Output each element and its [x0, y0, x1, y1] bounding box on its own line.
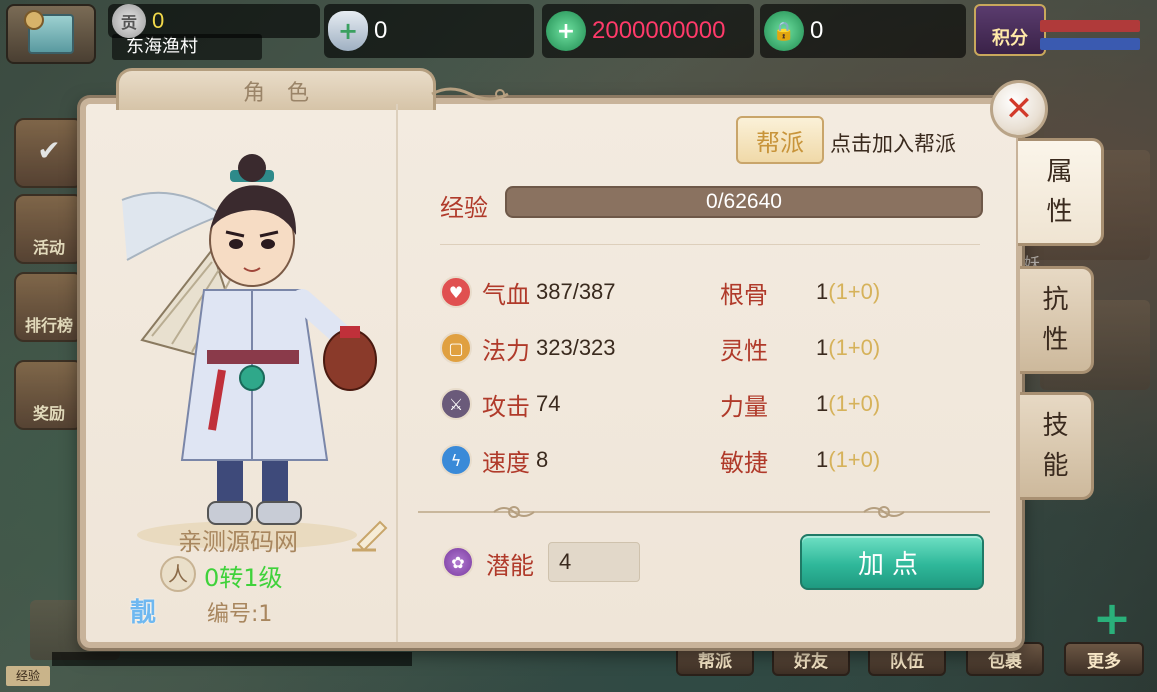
tab-label: 能	[1042, 451, 1069, 481]
locked-jade-value: 0	[810, 17, 824, 44]
tab-skills[interactable]: 技 能	[1020, 392, 1094, 500]
character-level: 0转1级	[204, 564, 283, 592]
potential-icon: ✿	[442, 546, 474, 578]
score-button[interactable]: 积分	[974, 4, 1046, 56]
potential-label: 潜能	[486, 552, 534, 580]
attr-value: 1	[816, 447, 829, 472]
stat-row-speed: ϟ 速度 8	[440, 440, 548, 480]
attr-bonus: (1+0)	[828, 279, 881, 304]
attr-value: 1	[816, 391, 829, 416]
reward-button[interactable]: 奖励	[14, 360, 84, 430]
expand-plus-icon[interactable]: +	[1090, 595, 1134, 642]
character-name: 亲测源码网	[178, 528, 298, 556]
potential-value: 4	[548, 542, 640, 582]
locked-jade-resource[interactable]: 🔒 0	[760, 4, 966, 58]
tab-label: 性	[1042, 325, 1069, 355]
hp-bar	[1040, 20, 1140, 32]
jade-resource[interactable]: + 2000000000	[542, 4, 754, 58]
bottom-exp-bar	[52, 652, 412, 666]
character-portrait	[121, 154, 377, 549]
stat-name: 速度	[482, 448, 530, 477]
ornament-divider	[418, 506, 990, 518]
sword-icon: ⚔	[440, 388, 472, 420]
stat-value: 8	[536, 447, 549, 472]
locked-jade-icon: 🔒	[764, 11, 804, 51]
stat-value: 74	[536, 391, 561, 416]
bottom-more-button[interactable]: 更多	[1064, 642, 1144, 676]
side-quest-button[interactable]: ✔	[14, 118, 84, 188]
map-scroll-icon	[24, 10, 74, 54]
add-point-button[interactable]: 加点	[800, 534, 984, 590]
stat-row-mp: ▢ 法力 323/323	[440, 328, 616, 368]
stat-name: 法力	[482, 336, 530, 365]
stat-value: 387/387	[536, 279, 616, 304]
bottom-exp-label: 经验	[6, 666, 50, 686]
attr-bonus: (1+0)	[828, 447, 881, 472]
contribution-resource: 贡 0	[108, 4, 320, 38]
silver-value: 0	[374, 17, 388, 44]
mp-bar	[1040, 38, 1140, 50]
attr-name: 根骨	[720, 280, 768, 309]
character-id: 编号:1	[207, 602, 273, 627]
stat-name: 气血	[482, 280, 530, 309]
tab-resistance[interactable]: 抗 性	[1020, 266, 1094, 374]
attr-name: 敏捷	[720, 448, 768, 477]
exp-label: 经验	[440, 194, 488, 222]
map-button[interactable]	[6, 4, 96, 64]
exp-text: 0/62640	[706, 190, 782, 213]
mana-icon: ▢	[440, 332, 472, 364]
edit-name-icon[interactable]	[350, 518, 390, 552]
tab-attributes[interactable]: 属 性	[1018, 138, 1104, 246]
tab-label: 技	[1042, 411, 1069, 441]
title-swirl-ornament	[431, 87, 509, 101]
divider	[440, 244, 980, 245]
stat-name: 攻击	[482, 392, 530, 421]
close-button[interactable]: ✕	[990, 80, 1048, 138]
silver-ingot-icon: +	[328, 11, 368, 51]
check-icon: ✔	[37, 134, 61, 167]
contribution-icon: 贡	[112, 4, 146, 38]
stat-row-hp: ♥ 气血 387/387	[440, 272, 616, 312]
tab-label: 性	[1046, 197, 1073, 227]
stat-value: 323/323	[536, 335, 616, 360]
attr-bonus: (1+0)	[828, 335, 881, 360]
attr-value: 1	[816, 279, 829, 304]
guild-hint: 点击加入帮派	[830, 132, 956, 156]
jade-value: 2000000000	[592, 17, 726, 44]
attr-name: 力量	[720, 392, 768, 421]
ranking-button[interactable]: 排行榜	[14, 272, 84, 342]
player-status-bars	[1040, 20, 1140, 56]
race-icon: 人	[160, 556, 196, 592]
exp-bar: 0/62640	[505, 186, 983, 218]
lightning-icon: ϟ	[440, 444, 472, 476]
attr-row-strength: 力量 1 (1+0)	[720, 384, 880, 424]
top-bar: 东海渔村 贡 0 + 0 + 2000000000 🔒 0 积分	[0, 0, 1157, 64]
close-icon: ✕	[1004, 89, 1034, 129]
beauty-id-icon: 靓	[130, 598, 157, 628]
tab-label: 抗	[1042, 285, 1069, 315]
stat-row-attack: ⚔ 攻击 74	[440, 384, 560, 424]
tab-label: 属	[1046, 157, 1073, 187]
silver-resource[interactable]: + 0	[324, 4, 534, 58]
jade-icon: +	[546, 11, 586, 51]
activity-button[interactable]: 活动	[14, 194, 84, 264]
heart-icon: ♥	[440, 276, 472, 308]
dialog-title: 角色	[242, 80, 331, 106]
attr-row-constitution: 根骨 1 (1+0)	[720, 272, 880, 312]
attr-bonus: (1+0)	[828, 391, 881, 416]
attr-name: 灵性	[720, 336, 768, 365]
attr-row-spirit: 灵性 1 (1+0)	[720, 328, 880, 368]
guild-button[interactable]: 帮派	[736, 116, 824, 164]
attr-row-agility: 敏捷 1 (1+0)	[720, 440, 880, 480]
attr-value: 1	[816, 335, 829, 360]
compass-icon	[24, 10, 44, 30]
contribution-value: 0	[152, 8, 165, 33]
